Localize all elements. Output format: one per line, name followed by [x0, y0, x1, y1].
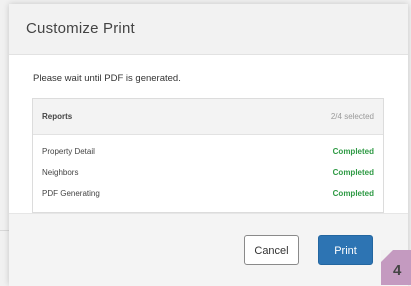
- reports-label: Reports: [42, 112, 73, 121]
- report-status: Completed: [332, 168, 374, 177]
- report-name: PDF Generating: [42, 189, 100, 198]
- report-row-property-detail: Property Detail Completed: [33, 145, 383, 161]
- step-badge: 4: [381, 250, 411, 285]
- report-name: Property Detail: [42, 147, 95, 156]
- reports-panel: Reports 2/4 selected Property Detail Com…: [32, 98, 384, 213]
- dialog-title: Customize Print: [26, 20, 135, 37]
- report-name: Neighbors: [42, 168, 79, 177]
- dialog-header: Customize Print: [9, 4, 408, 55]
- reports-selected-count: 2/4 selected: [330, 112, 374, 121]
- report-row-pdf-generating: PDF Generating Completed: [33, 187, 383, 203]
- cancel-button[interactable]: Cancel: [244, 235, 299, 265]
- divider: [0, 230, 9, 231]
- wait-message: Please wait until PDF is generated.: [33, 73, 181, 84]
- report-status: Completed: [332, 147, 374, 156]
- report-row-neighbors: Neighbors Completed: [33, 166, 383, 182]
- reports-header: Reports 2/4 selected: [33, 99, 383, 135]
- print-button[interactable]: Print: [318, 235, 373, 265]
- report-status: Completed: [332, 189, 374, 198]
- step-number: 4: [393, 262, 402, 279]
